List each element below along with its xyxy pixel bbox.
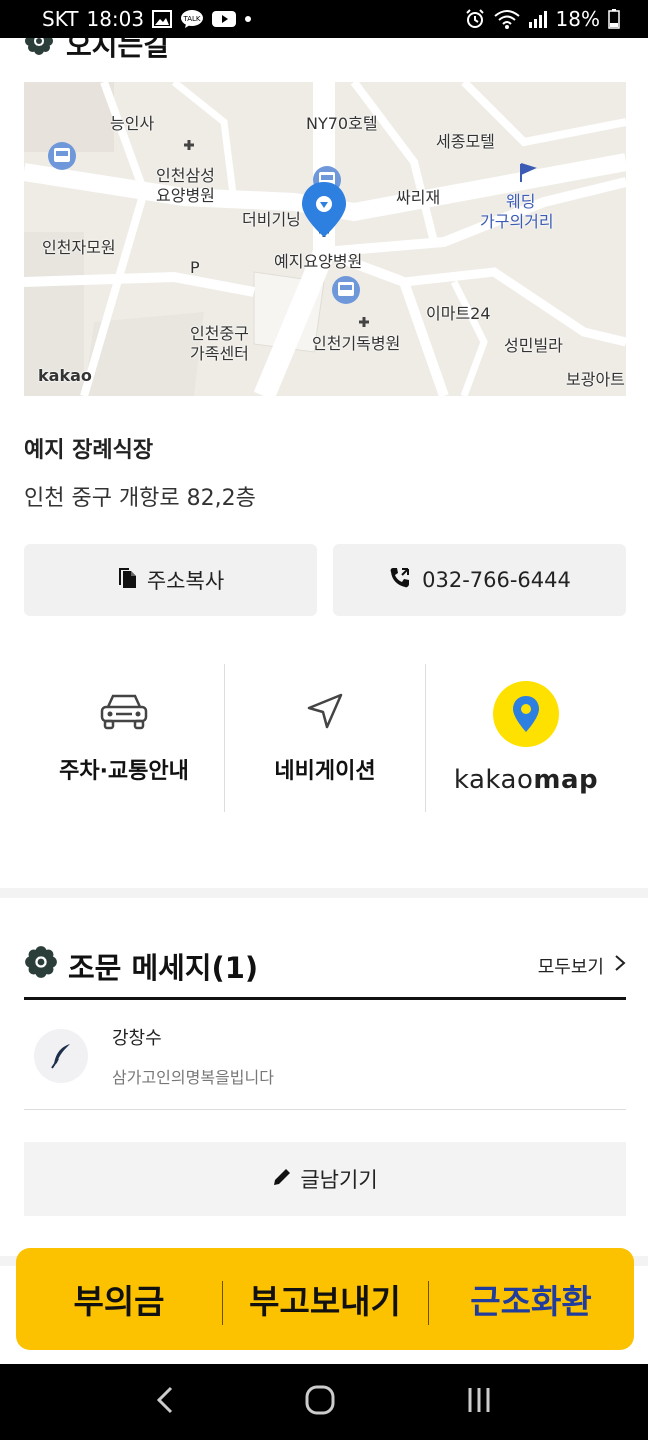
home-icon[interactable]: [304, 1384, 336, 1420]
write-message-label: 글남기기: [300, 1168, 378, 1192]
document-icon: [117, 567, 137, 594]
youtube-icon: [212, 10, 237, 28]
condolence-message-item[interactable]: 강창수 삼가고인의명복을빕니다: [24, 1002, 626, 1110]
message-author: 강창수: [112, 1027, 162, 1049]
send-obituary-button[interactable]: 부고보내기: [222, 1275, 428, 1325]
battery-icon: [608, 9, 620, 29]
navigation-button[interactable]: 네비게이션: [225, 664, 426, 812]
condolence-header: 조문 메세지(1) 모두보기: [24, 944, 626, 1000]
back-icon[interactable]: [155, 1385, 175, 1419]
location-section-title: 오시는길: [24, 38, 169, 64]
map-watermark: kakao: [38, 366, 92, 385]
navigation-arrow-icon: [305, 691, 345, 735]
wifi-icon: [493, 9, 520, 29]
parking-transport-label: 주차·교통안내: [59, 759, 189, 784]
kakaomap-logo-icon: [493, 681, 559, 747]
map-label: 가족센터: [190, 344, 249, 363]
map-label: 요양병원: [156, 186, 215, 205]
map-label: NY70호텔: [306, 114, 378, 133]
map-label: 싸리재: [396, 188, 441, 207]
funeral-wreath-button[interactable]: 근조화환: [428, 1275, 634, 1325]
status-bar: SKT 18:03 TALK 18%: [0, 0, 648, 38]
map-label: 가구의거리: [480, 212, 554, 231]
signal-icon: [528, 10, 548, 28]
view-all-link[interactable]: 모두보기: [538, 953, 626, 979]
dot-icon: [244, 15, 252, 23]
car-icon: [98, 691, 150, 735]
battery-percent: 18%: [555, 7, 600, 31]
chevron-right-icon: [614, 954, 626, 977]
recents-icon[interactable]: [465, 1386, 493, 1418]
gallery-icon: [152, 10, 173, 28]
flower-icon: [24, 38, 54, 63]
alarm-icon: [464, 8, 486, 30]
flower-icon: [24, 945, 58, 986]
parking-transport-button[interactable]: 주차·교통안내: [24, 664, 225, 812]
place-address: 인천 중구 개항로 82,2층: [24, 486, 256, 511]
navigation-label: 네비게이션: [274, 759, 376, 784]
write-message-button[interactable]: 글남기기: [24, 1142, 626, 1216]
bottom-action-bar: 부의금 부고보내기 근조화환: [16, 1248, 634, 1350]
copy-address-label: 주소복사: [146, 569, 225, 593]
svg-text:TALK: TALK: [183, 15, 201, 23]
location-map[interactable]: 능인사 NY70호텔 세종모텔 인천삼성 요양병원 싸리재 웨딩 가구의거리 더…: [24, 82, 626, 396]
section-divider: [0, 888, 648, 898]
pencil-icon: [272, 1167, 292, 1192]
carrier: SKT: [42, 7, 79, 31]
navigation-options: 주차·교통안내 네비게이션 kakaomap: [24, 664, 626, 812]
map-label: 더비기닝: [242, 210, 301, 229]
map-label: P: [190, 258, 200, 277]
system-navigation-bar: [0, 1364, 648, 1440]
quill-avatar-icon: [34, 1028, 88, 1083]
map-label: 보광아트: [566, 370, 625, 389]
condolence-title: 조문 메세지(1): [24, 945, 538, 987]
copy-address-button[interactable]: 주소복사: [24, 544, 317, 616]
map-label: 이마트24: [426, 304, 491, 323]
phone-icon: [388, 566, 412, 595]
page-content[interactable]: 오시는길 능인사 NY70호텔 세종모텔 인천삼성 요양병원 싸리재 웨딩 가구…: [0, 38, 648, 1364]
map-label: 능인사: [110, 114, 155, 133]
map-label: 세종모텔: [436, 132, 495, 151]
clock: 18:03: [86, 7, 145, 31]
map-label: 인천자모원: [42, 238, 116, 257]
place-name: 예지 장례식장: [24, 438, 154, 463]
phone-number: 032-766-6444: [422, 568, 571, 592]
talk-icon: TALK: [180, 9, 204, 29]
message-text: 삼가고인의명복을빕니다: [112, 1067, 274, 1087]
map-label: 성민빌라: [504, 336, 563, 355]
contact-button-row: 주소복사 032-766-6444: [24, 544, 626, 616]
kakaomap-button[interactable]: kakaomap: [426, 664, 626, 812]
call-button[interactable]: 032-766-6444: [333, 544, 626, 616]
map-label: 예지요양병원: [274, 252, 363, 271]
condolence-money-button[interactable]: 부의금: [16, 1275, 222, 1323]
kakaomap-label: kakaomap: [453, 765, 599, 795]
map-label: 인천기독병원: [312, 334, 401, 353]
